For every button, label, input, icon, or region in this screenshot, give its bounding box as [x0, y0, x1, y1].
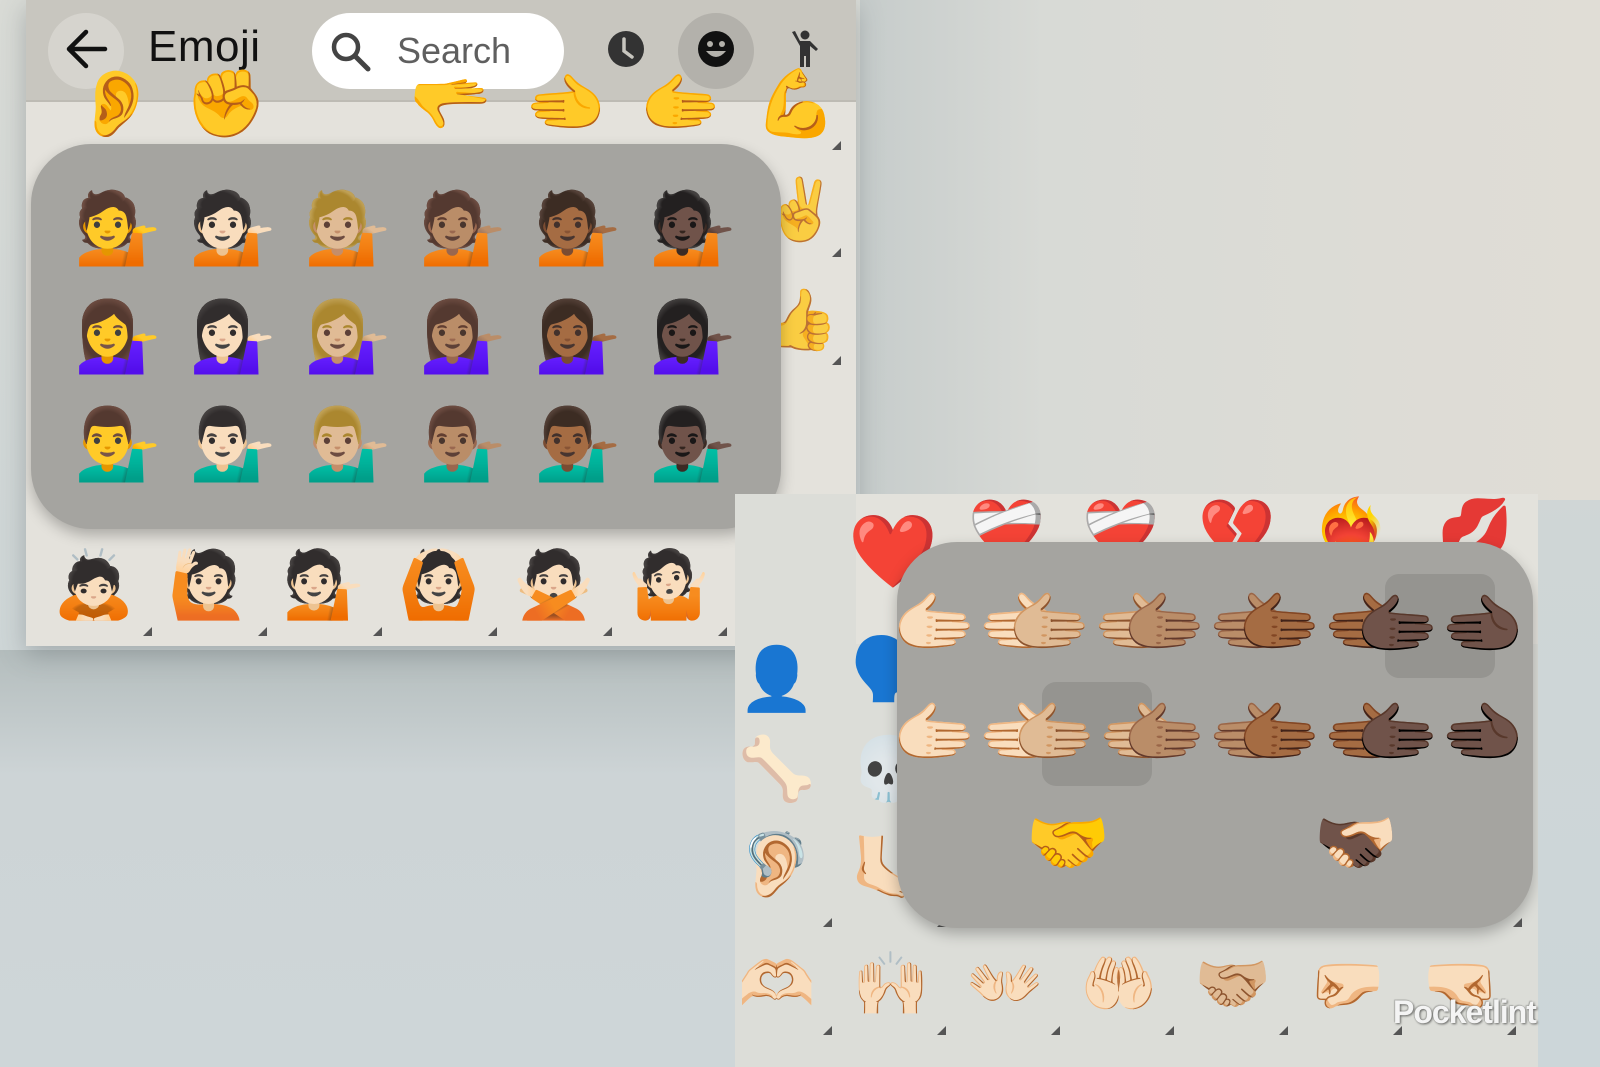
skin-tone-variant-popup: 💁 💁🏻 💁🏼 💁🏽 💁🏾 💁🏿 💁‍♀️ 💁🏻‍♀️ 💁🏼‍♀️ 💁🏽‍♀️ … [31, 144, 781, 529]
variant-option[interactable]: 🫱🏿‍🫲🏿 [1355, 682, 1524, 786]
variant-option[interactable]: 💁🏽‍♂️ [408, 394, 518, 494]
variant-option[interactable]: 💁🏿‍♂️ [638, 394, 748, 494]
variant-option[interactable]: 💁‍♂️ [63, 394, 173, 494]
emoji-item[interactable]: ✊ [176, 64, 276, 144]
emoji-item[interactable]: 🙋🏻 [154, 540, 264, 630]
variant-option[interactable]: 💁🏿‍♀️ [638, 286, 748, 386]
variant-indicator [143, 627, 152, 636]
emoji-picker-panel-hands: ❤️ ❤️‍🩹 ❤️‍🩹 💔 ❤️‍🔥 💋 👤 🦴 🦻🏻 🗣️ 💀 🦶🏻 🫱🏻‍… [735, 494, 1538, 1067]
variant-indicator [832, 356, 841, 365]
variant-option[interactable]: 💁🏽‍♀️ [408, 286, 518, 386]
variant-option[interactable]: 💁🏼 [293, 178, 403, 278]
emoji-item[interactable]: 💪 [746, 64, 846, 144]
emoji-item[interactable]: 🫶🏻 [735, 939, 827, 1029]
emoji-item[interactable]: 🦴 [735, 724, 827, 814]
variant-option[interactable]: 💁🏼‍♂️ [293, 394, 403, 494]
variant-option[interactable]: 💁🏿 [638, 178, 748, 278]
variant-option[interactable]: 💁🏼‍♀️ [293, 286, 403, 386]
emoji-item[interactable]: 🙌🏻 [841, 939, 941, 1029]
variant-indicator [258, 627, 267, 636]
emoji-item[interactable]: 🤷🏻 [614, 540, 724, 630]
emoji-item[interactable]: 🫲 [516, 64, 616, 144]
variant-indicator [1051, 1026, 1060, 1035]
variant-option[interactable]: 💁‍♀️ [63, 286, 173, 386]
background [860, 0, 1600, 500]
emoji-item[interactable]: 👤 [735, 634, 827, 724]
emoji-item[interactable]: 🦻🏻 [735, 819, 827, 909]
variant-option[interactable]: 💁🏻‍♂️ [178, 394, 288, 494]
emoji-item[interactable]: 🫳 [401, 64, 501, 144]
emoji-item[interactable]: 🤲🏻 [1069, 939, 1169, 1029]
variant-option-selected[interactable]: 🫱🏿‍🫲🏿 [1355, 574, 1525, 678]
variant-option[interactable]: 💁 [63, 178, 173, 278]
background [0, 650, 740, 1067]
emoji-row: 🙇🏻 🙋🏻 💁🏻 🙆🏻 🙅🏻 🤷🏻 🤦🏻 [26, 540, 856, 640]
variant-indicator [823, 918, 832, 927]
variant-indicator [1279, 1026, 1288, 1035]
variant-option[interactable]: 💁🏾‍♂️ [523, 394, 633, 494]
emoji-item[interactable]: 🙅🏻 [499, 540, 609, 630]
emoji-item[interactable]: 🙆🏻 [384, 540, 494, 630]
emoji-item[interactable]: 🙇🏻 [39, 540, 149, 630]
variant-option[interactable]: 💁🏽 [408, 178, 518, 278]
emoji-item[interactable]: 💁🏻 [269, 540, 379, 630]
variant-indicator [823, 1026, 832, 1035]
watermark-logo: Pocketlint [1393, 994, 1537, 1030]
emoji-item[interactable]: 🤛🏻 [1297, 939, 1397, 1029]
search-icon [330, 31, 372, 77]
variant-indicator [603, 627, 612, 636]
emoji-picker-panel-people: Emoji Search 👂 ✊ 🫳 🫲 🫱 💪 ✌️ 👍 💁 💁🏻 💁🏼 💁🏽… [26, 0, 856, 646]
skin-tone-variant-popup: 🫱🏻‍🫲🏻 🫱🏼‍🫲🏼 🫱🏽‍🫲🏽 🫱🏾‍🫲🏾 🫱🏿‍🫲🏿 🫱🏻‍🫲🏻 🫱🏼‍🫲… [892, 542, 1533, 928]
variant-option[interactable]: 💁🏻 [178, 178, 288, 278]
variant-indicator [718, 627, 727, 636]
emoji-item[interactable]: 🫱 [631, 64, 731, 144]
variant-indicator [832, 248, 841, 257]
variant-option[interactable]: 💁🏾 [523, 178, 633, 278]
emoji-item[interactable]: 👐🏻 [955, 939, 1055, 1029]
variant-option[interactable]: 💁🏾‍♀️ [523, 286, 633, 386]
variant-indicator [1165, 1026, 1174, 1035]
variant-indicator [488, 627, 497, 636]
variant-indicator [832, 141, 841, 150]
variant-indicator [1513, 918, 1522, 927]
variant-indicator [373, 627, 382, 636]
emoji-row-partial: 👂 ✊ 🫳 🫲 🫱 💪 [26, 71, 856, 142]
variant-option[interactable]: 🤝 [1013, 792, 1123, 896]
variant-option[interactable]: 💁🏻‍♀️ [178, 286, 288, 386]
emoji-item[interactable]: 🤝🏼 [1183, 939, 1283, 1029]
variant-option[interactable]: 🫱🏿‍🫲🏻 [1301, 792, 1411, 896]
variant-indicator [937, 1026, 946, 1035]
emoji-item[interactable]: 👂 [66, 64, 166, 144]
